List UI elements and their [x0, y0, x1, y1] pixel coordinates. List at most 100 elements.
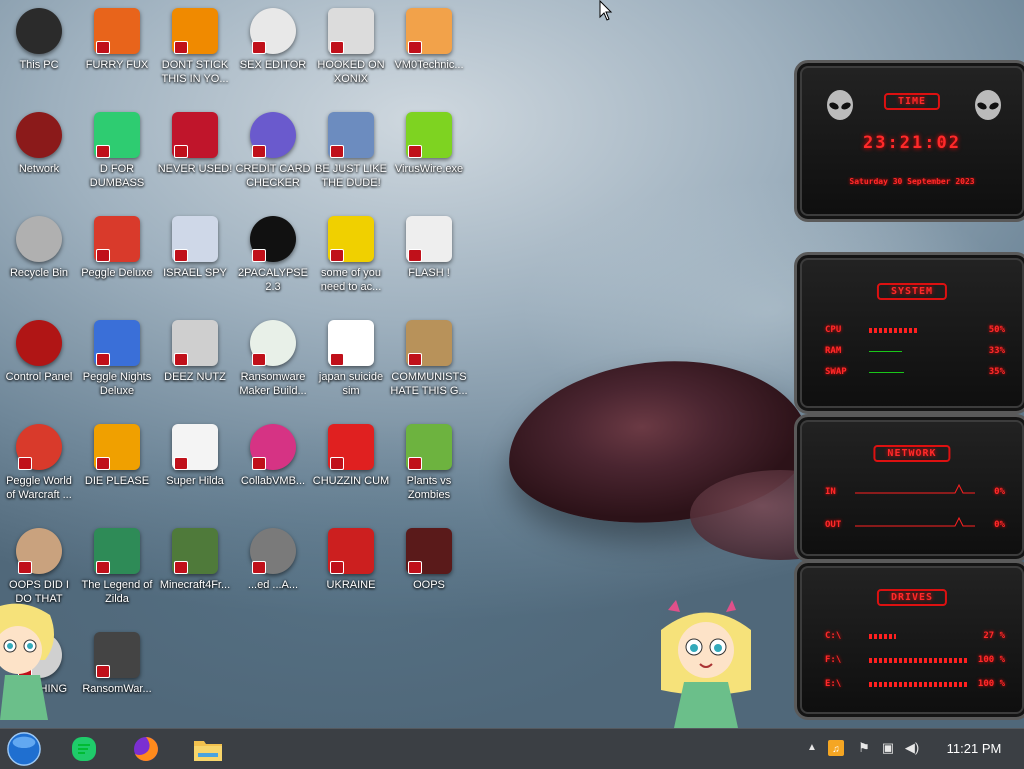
- desktop-icon[interactable]: Plants vs Zombies: [390, 424, 468, 502]
- desktop-icon-label: VM0Technic...: [394, 59, 464, 71]
- tray-flag-button[interactable]: ⚑: [856, 740, 872, 756]
- desktop[interactable]: This PC FURRY FUX DONT STICK THIS IN YO...…: [0, 0, 1024, 728]
- tray-network-button[interactable]: ▣: [880, 740, 896, 756]
- network-gadget[interactable]: NETWORK IN 0% OUT 0%: [794, 414, 1024, 562]
- shortcut-arrow-icon: [330, 457, 344, 470]
- desktop-icon-label: NEVER USED!: [157, 163, 233, 175]
- shortcut-arrow-icon: [330, 353, 344, 366]
- desktop-icon[interactable]: 2PACALYPSE 2.3: [234, 216, 312, 294]
- desktop-icon[interactable]: DONT STICK THIS IN YO...: [156, 8, 234, 86]
- drives-row-label: C:\: [825, 631, 842, 641]
- system-row-label: CPU: [825, 325, 842, 335]
- network-row-graph: [855, 516, 975, 527]
- shortcut-arrow-icon: [252, 145, 266, 158]
- desktop-icon[interactable]: DEEZ NUTZ: [156, 320, 234, 384]
- shortcut-arrow-icon: [174, 145, 188, 158]
- program-icon: [406, 424, 452, 470]
- desktop-icon[interactable]: DIE PLEASE: [78, 424, 156, 488]
- desktop-icon[interactable]: japan suicide sim: [312, 320, 390, 398]
- system-row-graph: [869, 351, 902, 352]
- desktop-icon[interactable]: Recycle Bin: [0, 216, 78, 280]
- shortcut-arrow-icon: [252, 561, 266, 574]
- shortcut-arrow-icon: [252, 41, 266, 54]
- desktop-icon[interactable]: Peggle Deluxe: [78, 216, 156, 280]
- program-icon: [406, 112, 452, 158]
- desktop-icon[interactable]: VirusWire.exe: [390, 112, 468, 176]
- tray-volume-button[interactable]: ◀): [904, 740, 920, 756]
- program-icon: [94, 112, 140, 158]
- desktop-icon-label: CHUZZIN CUM: [312, 475, 390, 487]
- shortcut-arrow-icon: [96, 145, 110, 158]
- drives-row-label: F:\: [825, 655, 842, 665]
- taskbar-file-explorer-button[interactable]: [190, 733, 226, 765]
- program-icon: [406, 528, 452, 574]
- desktop-icon[interactable]: Super Hilda: [156, 424, 234, 488]
- desktop-icon-label: DIE PLEASE: [84, 475, 150, 487]
- shortcut-arrow-icon: [408, 561, 422, 574]
- desktop-icon[interactable]: UKRAINE: [312, 528, 390, 592]
- desktop-icon-label: RansomWar...: [82, 683, 152, 695]
- desktop-icon[interactable]: Network: [0, 112, 78, 176]
- time-gadget[interactable]: TIME 23:21:02 Saturday 30 September 2023: [794, 60, 1024, 222]
- desktop-icon[interactable]: ISRAEL SPY: [156, 216, 234, 280]
- desktop-icon-label: OOPS: [413, 579, 445, 591]
- program-icon: [16, 424, 62, 470]
- system-gadget[interactable]: SYSTEM CPU 50% RAM 33% SWAP 35%: [794, 252, 1024, 414]
- desktop-icon-label: japan suicide sim: [318, 371, 384, 397]
- desktop-icon[interactable]: CREDIT CARD CHECKER: [234, 112, 312, 190]
- start-button[interactable]: [6, 732, 42, 766]
- desktop-icon[interactable]: Ransomware Maker Build...: [234, 320, 312, 398]
- desktop-icon[interactable]: VM0Technic...: [390, 8, 468, 72]
- desktop-icon[interactable]: some of you need to ac...: [312, 216, 390, 294]
- star-character-left: [0, 603, 54, 720]
- tray-sound-app-button[interactable]: ♫: [828, 740, 844, 756]
- desktop-icon[interactable]: SEX EDITOR: [234, 8, 312, 72]
- alien-head-icon: [827, 90, 853, 120]
- shortcut-arrow-icon: [96, 457, 110, 470]
- desktop-icon[interactable]: FURRY FUX: [78, 8, 156, 72]
- desktop-icon[interactable]: CHUZZIN CUM: [312, 424, 390, 488]
- taskbar-d-app-button[interactable]: [66, 733, 102, 765]
- desktop-icon-label: Plants vs Zombies: [406, 475, 452, 501]
- desktop-icon[interactable]: OOPS: [390, 528, 468, 592]
- desktop-icon[interactable]: Peggle Nights Deluxe: [78, 320, 156, 398]
- system-row-graph: [869, 372, 904, 373]
- desktop-icon[interactable]: Minecraft4Fr...: [156, 528, 234, 592]
- desktop-icon[interactable]: This PC: [0, 8, 78, 72]
- shortcut-arrow-icon: [408, 353, 422, 366]
- file-explorer-icon: [194, 741, 222, 761]
- shortcut-arrow-icon: [174, 353, 188, 366]
- desktop-icon[interactable]: FLASH !: [390, 216, 468, 280]
- drives-row-value: 100 %: [977, 679, 1005, 689]
- desktop-icon[interactable]: D FOR DUMBASS: [78, 112, 156, 190]
- desktop-icon-label: some of you need to ac...: [320, 267, 382, 293]
- taskbar-firefox-button[interactable]: [128, 733, 164, 765]
- program-icon: [172, 320, 218, 366]
- desktop-icon-label: COMMUNISTS HATE THIS G...: [390, 371, 468, 397]
- desktop-icon[interactable]: HOOKED ON XONIX: [312, 8, 390, 86]
- desktop-icon-label: The Legend of Zilda: [81, 579, 153, 605]
- desktop-icon[interactable]: ...ed ...A...: [234, 528, 312, 592]
- drives-row-bar: [869, 658, 969, 663]
- desktop-icon[interactable]: CollabVMB...: [234, 424, 312, 488]
- desktop-icon[interactable]: Peggle World of Warcraft ...: [0, 424, 78, 502]
- drives-gadget[interactable]: DRIVES C:\ 27 % F:\ 100 % E:\ 100 %: [794, 560, 1024, 720]
- desktop-icon-label: ISRAEL SPY: [163, 267, 227, 279]
- shortcut-arrow-icon: [330, 41, 344, 54]
- taskbar-clock[interactable]: 11:21 PM: [936, 741, 1012, 756]
- program-icon: [172, 528, 218, 574]
- drives-row-bar: [869, 682, 969, 687]
- desktop-icon[interactable]: BE JUST LIKE THE DUDE!: [312, 112, 390, 190]
- shortcut-arrow-icon: [174, 457, 188, 470]
- desktop-icon[interactable]: The Legend of Zilda: [78, 528, 156, 606]
- network-row-value: 0%: [994, 487, 1005, 497]
- desktop-icon[interactable]: COMMUNISTS HATE THIS G...: [390, 320, 468, 398]
- desktop-icon[interactable]: NEVER USED!: [156, 112, 234, 176]
- drives-gadget-header: DRIVES: [876, 589, 948, 606]
- tray-expand-button[interactable]: ▲: [804, 740, 820, 756]
- program-icon: [250, 216, 296, 262]
- desktop-icon[interactable]: OOPS DID I DO THAT: [0, 528, 78, 606]
- desktop-icon[interactable]: Control Panel: [0, 320, 78, 384]
- shortcut-arrow-icon: [174, 41, 188, 54]
- desktop-icon[interactable]: RansomWar...: [78, 632, 156, 696]
